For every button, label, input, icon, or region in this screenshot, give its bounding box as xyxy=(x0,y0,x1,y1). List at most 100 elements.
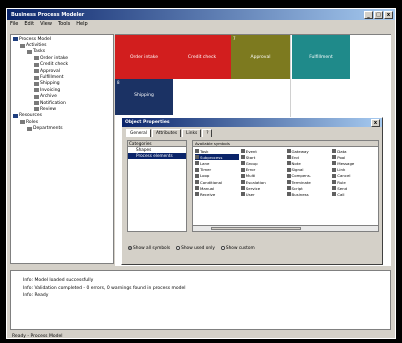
menu-tools[interactable]: Tools xyxy=(58,21,70,27)
symbol-label: End xyxy=(291,154,299,160)
symbol-label: Event xyxy=(245,148,257,154)
title-bar: Business Process Modeler _ □ x xyxy=(7,9,395,20)
symbol-item[interactable]: Call xyxy=(332,191,376,197)
activity-tile[interactable]: 8 Shipping xyxy=(115,79,173,115)
symbol-icon xyxy=(286,149,291,154)
symbol-label: Receive xyxy=(200,191,216,197)
symbol-item[interactable]: Business xyxy=(286,191,331,197)
tree-item-label: Fulfillment xyxy=(40,75,64,81)
symbol-icon xyxy=(286,167,291,172)
activity-tile[interactable]: Fulfillment xyxy=(292,35,350,79)
folder-icon xyxy=(13,113,18,118)
tree-item-label: Process Model xyxy=(19,36,52,42)
tab-attributes[interactable]: Attributes xyxy=(151,129,182,137)
folder-icon xyxy=(34,69,39,74)
symbol-icon xyxy=(195,155,199,160)
folder-icon xyxy=(27,49,32,54)
symbol-icon xyxy=(332,149,337,154)
option-radio[interactable]: Show custom xyxy=(220,246,255,251)
dialog-title-bar: Object Properties x xyxy=(122,118,382,127)
status-bar: Ready - Process Model xyxy=(6,332,396,340)
symbol-icon xyxy=(240,173,245,178)
option-radio[interactable]: Show all symbols xyxy=(128,246,170,251)
activity-tile[interactable]: Credit check xyxy=(173,35,231,79)
output-line: Info: Ready xyxy=(23,293,49,298)
menu-view[interactable]: View xyxy=(40,21,52,27)
tree-item-label: Tasks xyxy=(33,49,46,55)
symbol-icon xyxy=(240,186,245,191)
tab-help[interactable]: ? xyxy=(202,129,213,137)
output-line: Info: Validation completed - 0 errors, 0… xyxy=(23,285,186,291)
symbol-label: Compens. xyxy=(291,173,311,179)
close-button[interactable]: x xyxy=(384,10,393,19)
symbol-label: Subprocess xyxy=(200,154,223,160)
folder-icon xyxy=(34,88,39,93)
tree-item-label: Invoicing xyxy=(40,87,61,93)
tree-item[interactable]: Departments xyxy=(11,125,113,131)
menu-file[interactable]: File xyxy=(10,21,18,27)
folder-icon xyxy=(20,43,25,48)
symbol-label: Business xyxy=(291,191,309,197)
menu-edit[interactable]: Edit xyxy=(24,21,34,27)
symbol-icon xyxy=(195,186,199,191)
symbol-icon xyxy=(286,180,291,185)
horizontal-scrollbar[interactable] xyxy=(193,225,378,231)
folder-icon xyxy=(34,81,39,86)
radio-icon xyxy=(220,246,225,250)
symbol-icon xyxy=(286,186,291,191)
category-item[interactable]: Process elements xyxy=(128,153,186,159)
maximize-button[interactable]: □ xyxy=(374,10,383,19)
folder-icon xyxy=(13,37,18,42)
activity-tile[interactable]: 7 Approval xyxy=(231,35,290,79)
symbol-icon xyxy=(195,192,199,197)
tree-item-label: Resources xyxy=(19,113,42,119)
symbol-label: Signal xyxy=(291,167,304,173)
symbol-label: Message xyxy=(337,160,355,166)
symbol-icon xyxy=(332,180,337,185)
symbol-list[interactable]: Available symbols Task Event Gateway Data Su… xyxy=(192,140,379,232)
symbol-icon xyxy=(332,161,337,166)
symbol-label: Send xyxy=(337,185,348,191)
category-list[interactable]: Categories Shapes Process elements xyxy=(127,140,187,232)
symbol-label: Service xyxy=(245,185,261,191)
tree-item-label: Notification xyxy=(40,100,66,106)
menu-help[interactable]: Help xyxy=(76,21,87,27)
symbol-label: Error xyxy=(245,167,256,173)
symbol-label: Lane xyxy=(200,160,210,166)
symbol-icon xyxy=(332,192,337,197)
symbol-icon xyxy=(195,161,199,166)
symbol-label: Cancel xyxy=(337,173,351,179)
symbol-item[interactable]: Receive xyxy=(195,191,239,197)
scrollbar-thumb[interactable] xyxy=(211,227,301,230)
option-radio[interactable]: Show used only xyxy=(176,246,215,251)
symbol-label: Timer xyxy=(200,167,212,173)
output-panel: Info: Model loaded successfully Info: Va… xyxy=(10,270,391,330)
tab-general[interactable]: General xyxy=(126,129,151,137)
tree-item-label: Archive xyxy=(40,94,57,100)
symbol-icon xyxy=(332,167,337,172)
symbol-icon xyxy=(240,180,245,185)
symbol-label: Rule xyxy=(337,179,346,185)
model-tree[interactable]: Process Model Activities Tasks Order intake… xyxy=(10,34,114,264)
symbol-icon xyxy=(332,173,337,178)
symbol-icon xyxy=(195,180,199,185)
minimize-button[interactable]: _ xyxy=(364,10,373,19)
symbol-item[interactable]: User xyxy=(240,191,285,197)
window-title: Business Process Modeler xyxy=(11,11,85,18)
symbol-icon xyxy=(195,167,199,172)
symbol-label: Conditional xyxy=(200,179,223,185)
output-line: Info: Model loaded successfully xyxy=(23,278,94,283)
activity-tile[interactable]: Order intake xyxy=(115,35,173,79)
symbol-label: Group xyxy=(245,160,258,166)
symbol-icon xyxy=(195,149,199,154)
tab-links[interactable]: Links xyxy=(182,129,202,137)
symbol-icon xyxy=(240,192,245,197)
folder-icon xyxy=(34,101,39,106)
folder-icon xyxy=(34,75,39,80)
tree-item-label: Order intake xyxy=(40,55,69,61)
symbol-icon xyxy=(240,155,245,160)
folder-icon xyxy=(20,120,25,125)
symbol-label: Pool xyxy=(337,154,346,160)
dialog-close-button[interactable]: x xyxy=(371,118,380,127)
symbol-icon xyxy=(286,173,291,178)
